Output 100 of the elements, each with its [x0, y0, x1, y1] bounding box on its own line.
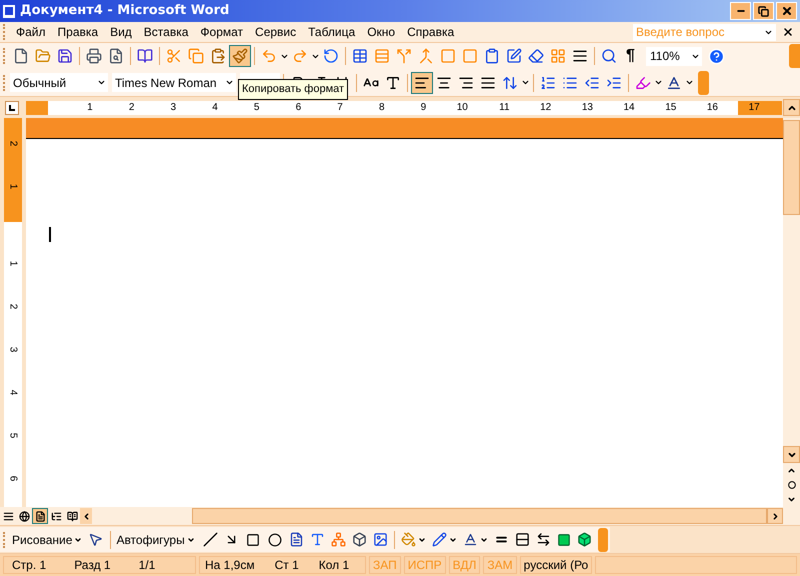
pointer-icon[interactable]: [88, 532, 104, 547]
menu-item[interactable]: Файл: [10, 23, 52, 41]
picture-icon[interactable]: [372, 532, 388, 547]
ruler-number: 3: [6, 346, 20, 352]
ruler-number: 2: [6, 304, 20, 310]
caret-icon: [97, 78, 106, 87]
pilcrow-button[interactable]: ¶: [626, 44, 642, 68]
restore-icon: [758, 6, 769, 16]
vertical-scrollbar[interactable]: [783, 118, 800, 507]
scroll-down-button[interactable]: [783, 446, 800, 463]
minimize-button[interactable]: [730, 2, 751, 20]
ruler-number: 4: [6, 390, 20, 396]
toolbar-handle[interactable]: [3, 24, 7, 40]
menu-item[interactable]: Правка: [52, 23, 104, 41]
close-button[interactable]: [776, 2, 797, 20]
scroll-left-icon: [82, 512, 90, 520]
caret-icon[interactable]: [480, 536, 488, 544]
scroll-left-button[interactable]: [80, 508, 92, 524]
ruler-number: 5: [6, 432, 20, 438]
ruler-number: 17: [748, 100, 760, 114]
previous-page-icon[interactable]: [787, 466, 796, 475]
menu-item[interactable]: Окно: [361, 23, 402, 41]
tooltip: Копировать формат: [238, 79, 348, 100]
align-left-button[interactable]: [411, 72, 433, 94]
arrow-style-icon[interactable]: [536, 532, 551, 547]
outdent-icon: [584, 74, 600, 90]
toolbar-handle[interactable]: [3, 532, 7, 548]
line-color-icon[interactable]: [432, 532, 447, 547]
caret-icon[interactable]: [418, 536, 426, 544]
align-right-icon: [458, 74, 474, 90]
ruler-number: 7: [337, 100, 343, 114]
next-page-icon[interactable]: [787, 495, 796, 504]
save-icon: [57, 48, 73, 64]
status-text: 1/1: [138, 557, 156, 574]
research-icon: [137, 48, 153, 64]
fill-color-icon[interactable]: [400, 532, 416, 547]
caret-icon[interactable]: [448, 536, 457, 544]
menu-item[interactable]: Вставка: [138, 23, 194, 41]
drawing-menu-button[interactable]: Рисование: [10, 530, 84, 548]
folder-icon: [35, 48, 51, 64]
paintbrush-icon: [232, 48, 248, 64]
table-eraser-icon: [528, 48, 544, 64]
font-color-icon: [666, 74, 682, 90]
wordart-icon[interactable]: [310, 532, 325, 547]
justify-icon: [480, 74, 496, 90]
tab-selector[interactable]: [5, 100, 19, 114]
bullet-list-icon: [562, 74, 578, 90]
outline-view-icon: [50, 510, 62, 522]
menu-item[interactable]: Таблица: [302, 23, 362, 41]
scroll-right-button[interactable]: [767, 508, 783, 524]
horizontal-scroll-thumb[interactable]: [192, 508, 767, 524]
print-layout-button[interactable]: [32, 508, 48, 524]
menu-item[interactable]: Сервис: [249, 23, 302, 41]
3d-icon[interactable]: [576, 532, 592, 547]
caret-icon[interactable]: [685, 78, 694, 87]
language-indicator: русский (Ро: [520, 556, 592, 574]
toolbar-handle[interactable]: [3, 48, 7, 64]
autoshapes-button[interactable]: Автофигуры: [114, 530, 197, 548]
word-logo-icon: [2, 4, 16, 18]
rectangle-icon[interactable]: [244, 532, 261, 546]
ruler-number: 10: [456, 100, 468, 114]
close-document-icon[interactable]: [782, 26, 794, 38]
diagram-icon[interactable]: [330, 532, 346, 547]
scroll-up-button[interactable]: [783, 99, 800, 116]
line-icon[interactable]: [202, 532, 218, 547]
ruler-number: 1: [87, 100, 93, 114]
ruler-number: 15: [665, 100, 676, 114]
clipboard-icon: [484, 48, 500, 64]
indent-icon: [606, 74, 622, 90]
status-text: Стр. 1: [12, 557, 46, 574]
ruler-number: 2: [6, 140, 20, 146]
table-pencil-icon: [506, 48, 522, 64]
new-document-icon: [13, 48, 29, 64]
help-icon[interactable]: [708, 48, 725, 64]
split-icon: [396, 48, 412, 64]
caret-icon[interactable]: [521, 78, 530, 87]
toolbar-handle[interactable]: [3, 74, 7, 90]
paintbrush-button[interactable]: [229, 45, 251, 67]
style-field[interactable]: Обычный: [10, 73, 108, 92]
browse-object-icon[interactable]: [788, 481, 796, 489]
lines-icon: [572, 48, 588, 64]
restore-button[interactable]: [753, 2, 774, 20]
zoom-field[interactable]: 110%: [646, 46, 702, 66]
text-cursor: [49, 227, 51, 242]
scroll-thumb[interactable]: [783, 120, 800, 215]
menu-item[interactable]: Вид: [104, 23, 138, 41]
menu-item[interactable]: Формат: [194, 23, 250, 41]
shadow-icon[interactable]: [556, 532, 571, 546]
status-text: Кол 1: [318, 557, 350, 574]
ruler-number: 1: [6, 260, 20, 266]
oval-icon[interactable]: [266, 532, 283, 546]
ruler-number: 6: [296, 100, 302, 114]
caret-icon: [225, 78, 234, 87]
text-box-icon[interactable]: [288, 532, 304, 547]
shrink-font-icon: [385, 74, 401, 90]
font-field[interactable]: Times New Roman: [112, 73, 236, 92]
font-color-icon[interactable]: [462, 532, 478, 547]
line-spacing-icon: [502, 74, 518, 90]
menu-item[interactable]: Справка: [401, 23, 460, 41]
caret-icon[interactable]: [654, 78, 663, 87]
